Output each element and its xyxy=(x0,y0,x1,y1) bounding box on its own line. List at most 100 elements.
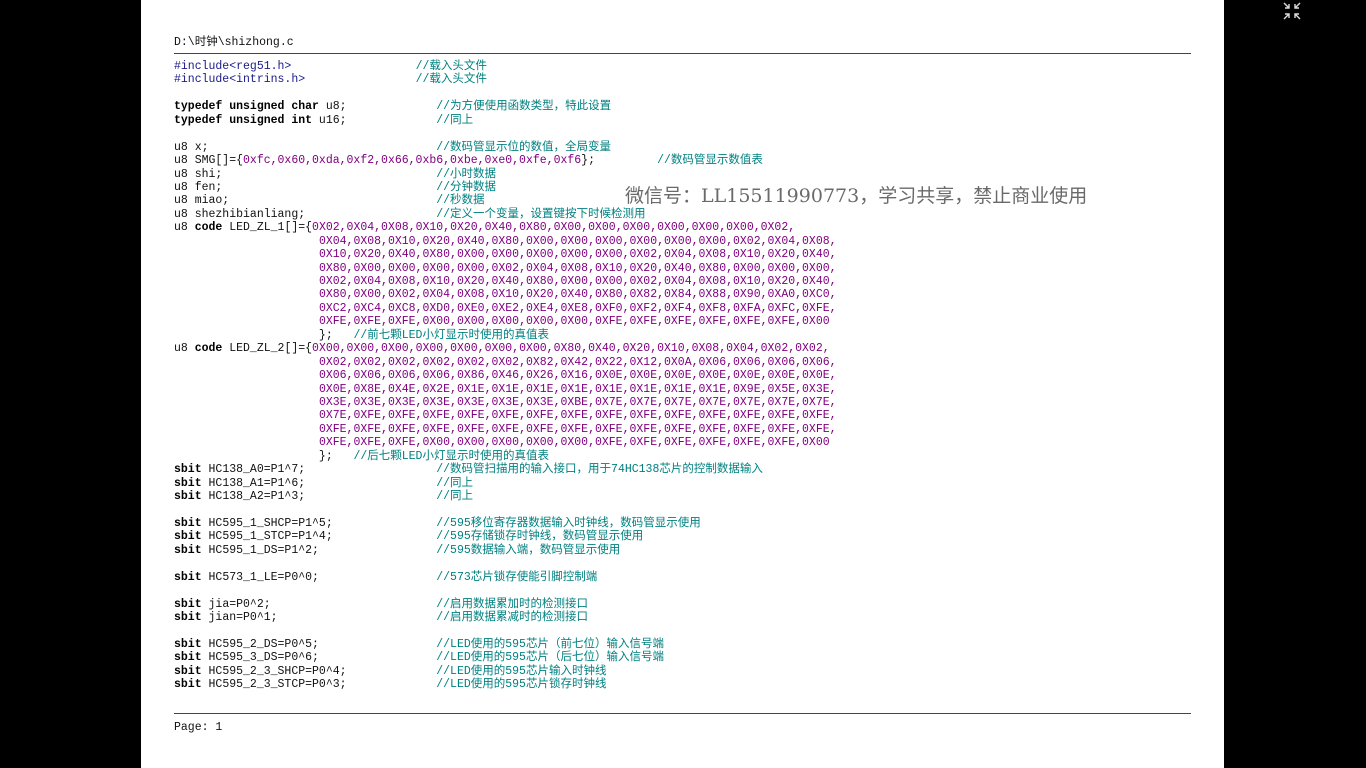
code-keyword: sbit xyxy=(174,570,202,584)
footer-divider xyxy=(174,713,1191,714)
code-comment: //启用数据累减时的检测接口 xyxy=(436,610,589,624)
code-comment: //595数据输入端，数码管显示使用 xyxy=(436,543,621,557)
code-number: 0X10,0X20,0X40,0X80,0X00,0X00,0X00,0X00,… xyxy=(318,248,837,262)
code-keyword: sbit xyxy=(174,678,202,692)
code-keyword: sbit xyxy=(174,664,202,678)
code-line: 0X3E,0X3E,0X3E,0X3E,0X3E,0X3E,0X3E,0XBE,… xyxy=(174,396,837,409)
code-text: u8; xyxy=(318,100,437,114)
code-keyword: typedef unsigned char xyxy=(174,100,319,114)
file-path-header: D:\时钟\shizhong.c xyxy=(174,36,294,49)
code-text: <intrins.h> xyxy=(229,73,416,87)
code-comment: //LED使用的595芯片（前七位）输入信号端 xyxy=(436,637,664,651)
code-text: HC595_1_SHCP=P1^5; xyxy=(201,516,437,530)
code-text: u8 shezhibianliang; xyxy=(174,207,437,221)
code-line: }; //前七颗LED小灯显示时使用的真值表 xyxy=(174,329,837,342)
code-line: u8 x; //数码管显示位的数值，全局变量 xyxy=(174,141,837,154)
code-line: u8 code LED_ZL_2[]={0X00,0X00,0X00,0X00,… xyxy=(174,342,837,355)
code-line: #include<reg51.h> //载入头文件 xyxy=(174,60,837,73)
code-text: <reg51.h> xyxy=(229,60,416,73)
code-line: sbit HC138_A0=P1^7; //数码管扫描用的输入接口，用于74HC… xyxy=(174,463,837,476)
code-number: 0X0E,0X8E,0X4E,0X2E,0X1E,0X1E,0X1E,0X1E,… xyxy=(318,382,837,396)
code-keyword: code xyxy=(194,342,223,356)
code-number: 0X02,0X02,0X02,0X02,0X02,0X02,0X82,0X42,… xyxy=(318,355,837,369)
code-text: u8 shi; xyxy=(174,167,437,181)
code-keyword: sbit xyxy=(174,597,202,611)
code-number: 0X80,0X00,0X00,0X00,0X00,0X02,0X04,0X08,… xyxy=(318,261,837,275)
code-number: 0X04,0X08,0X10,0X20,0X40,0X80,0X00,0X00,… xyxy=(318,234,837,248)
code-comment: //LED使用的595芯片锁存时钟线 xyxy=(436,678,607,692)
code-comment: //595存储锁存时钟线，数码管显示使用 xyxy=(436,530,644,544)
code-line: u8 shezhibianliang; //定义一个变量，设置键按下时候检测用 xyxy=(174,208,837,221)
code-comment: //573芯片锁存使能引脚控制端 xyxy=(436,570,598,584)
code-comment: //数码管显示位的数值，全局变量 xyxy=(436,140,612,154)
code-text: HC595_1_STCP=P1^4; xyxy=(201,530,437,544)
code-number: 0XFE,0XFE,0XFE,0X00,0X00,0X00,0X00,0X00,… xyxy=(318,315,830,329)
code-line: sbit HC595_2_3_STCP=P0^3; //LED使用的595芯片锁… xyxy=(174,678,837,691)
code-text: HC573_1_LE=P0^0; xyxy=(201,570,437,584)
code-text: u8 x; xyxy=(174,140,437,154)
code-line: 0X0E,0X8E,0X4E,0X2E,0X1E,0X1E,0X1E,0X1E,… xyxy=(174,383,837,396)
page-number: Page: 1 xyxy=(174,721,223,734)
watermark: 微信号：LL15511990773，学习共享，禁止商业使用 xyxy=(625,185,1088,207)
code-keyword: sbit xyxy=(174,490,202,503)
code-line: 0XFE,0XFE,0XFE,0X00,0X00,0X00,0X00,0X00,… xyxy=(174,315,837,328)
code-text: u8 fen; xyxy=(174,180,437,194)
code-line: 0X10,0X20,0X40,0X80,0X00,0X00,0X00,0X00,… xyxy=(174,248,837,261)
code-line: }; //后七颗LED小灯显示时使用的真值表 xyxy=(174,450,837,463)
code-comment: //为方便使用函数类型，特此设置 xyxy=(436,100,612,114)
code-comment: //同上 xyxy=(436,476,474,490)
code-comment: //数码管扫描用的输入接口，用于74HC138芯片的控制数据输入 xyxy=(436,463,763,477)
code-text: LED_ZL_1[]={ xyxy=(222,221,313,235)
code-comment: //秒数据 xyxy=(436,194,485,208)
code-text: HC595_2_3_STCP=P0^3; xyxy=(201,678,437,692)
code-keyword: typedef unsigned int xyxy=(174,113,313,127)
document-page: D:\时钟\shizhong.c #include<reg51.h> //载入头… xyxy=(141,0,1224,768)
code-number: 0XFE,0XFE,0XFE,0XFE,0XFE,0XFE,0XFE,0XFE,… xyxy=(318,422,837,436)
code-line: u8 SMG[]={0xfc,0x60,0xda,0xf2,0x66,0xb6,… xyxy=(174,154,837,167)
code-line: sbit jian=P0^1; //启用数据累减时的检测接口 xyxy=(174,611,837,624)
code-number: 0X02,0X04,0X08,0X10,0X20,0X40,0X80,0X00,… xyxy=(312,221,796,235)
code-number: 0XFE,0XFE,0XFE,0X00,0X00,0X00,0X00,0X00,… xyxy=(318,436,830,450)
code-comment: //定义一个变量，设置键按下时候检测用 xyxy=(436,207,646,221)
code-number: 0X7E,0XFE,0XFE,0XFE,0XFE,0XFE,0XFE,0XFE,… xyxy=(318,409,837,423)
code-line: sbit HC138_A2=P1^3; //同上 xyxy=(174,490,837,503)
code-comment: //启用数据累加时的检测接口 xyxy=(436,597,589,611)
code-keyword: sbit xyxy=(174,463,202,477)
code-text: u8 SMG[]={ xyxy=(174,154,244,168)
code-text: HC138_A0=P1^7; xyxy=(201,463,437,477)
code-line: sbit HC138_A1=P1^6; //同上 xyxy=(174,477,837,490)
code-text: u16; xyxy=(312,113,437,127)
exit-fullscreen-icon[interactable] xyxy=(1283,2,1301,20)
code-keyword: sbit xyxy=(174,476,202,490)
code-line: 0X80,0X00,0X02,0X04,0X08,0X10,0X20,0X40,… xyxy=(174,288,837,301)
code-comment: //LED使用的595芯片（后七位）输入信号端 xyxy=(436,651,664,665)
code-line: sbit HC595_1_STCP=P1^4; //595存储锁存时钟线，数码管… xyxy=(174,530,837,543)
code-line: sbit HC573_1_LE=P0^0; //573芯片锁存使能引脚控制端 xyxy=(174,571,837,584)
code-number: 0XC2,0XC4,0XC8,0XD0,0XE0,0XE2,0XE4,0XE8,… xyxy=(318,301,837,315)
code-keyword: sbit xyxy=(174,651,202,665)
code-comment: //数码管显示数值表 xyxy=(657,154,763,168)
code-line: sbit HC595_1_SHCP=P1^5; //595移位寄存器数据输入时钟… xyxy=(174,517,837,530)
code-comment: //分钟数据 xyxy=(436,180,497,194)
code-line: sbit HC595_2_3_SHCP=P0^4; //LED使用的595芯片输… xyxy=(174,665,837,678)
code-number: 0X00,0X00,0X00,0X00,0X00,0X00,0X00,0X80,… xyxy=(312,342,830,356)
code-line: sbit HC595_1_DS=P1^2; //595数据输入端，数码管显示使用 xyxy=(174,544,837,557)
code-line: u8 code LED_ZL_1[]={0X02,0X04,0X08,0X10,… xyxy=(174,221,837,234)
code-comment: //载入头文件 xyxy=(415,73,487,87)
code-text: }; xyxy=(174,328,354,342)
